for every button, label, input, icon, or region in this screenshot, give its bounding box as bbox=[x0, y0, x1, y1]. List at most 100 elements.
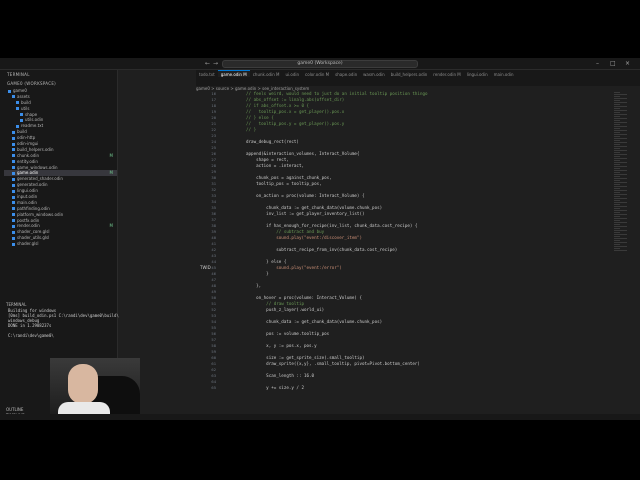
maximize-icon[interactable]: □ bbox=[610, 60, 616, 67]
outline-section[interactable]: OUTLINE bbox=[6, 407, 23, 412]
minimap-line bbox=[614, 106, 627, 107]
file-icon bbox=[20, 118, 23, 122]
minimap-line bbox=[614, 148, 620, 149]
command-center-search[interactable]: game0 (Workspace) bbox=[222, 60, 418, 68]
minimap-line bbox=[614, 194, 627, 195]
minimap[interactable] bbox=[612, 91, 638, 420]
minimap-line bbox=[614, 146, 627, 147]
forward-arrow-icon[interactable]: → bbox=[213, 60, 218, 67]
twid-marker: TWID bbox=[200, 265, 211, 270]
file-icon bbox=[16, 101, 19, 105]
file-icon bbox=[12, 154, 15, 158]
editor-tab[interactable]: color.odin M bbox=[302, 71, 332, 78]
minimap-line bbox=[614, 166, 627, 167]
editor-tab[interactable]: render.odin M bbox=[430, 71, 463, 78]
minimap-line bbox=[614, 136, 620, 137]
minimap-line bbox=[614, 218, 627, 219]
code-line[interactable]: y += size.y / 2 bbox=[246, 385, 304, 391]
minimap-line bbox=[614, 224, 620, 225]
minimap-line bbox=[614, 206, 627, 207]
code-line[interactable]: sound.play("event:/discover_item") bbox=[246, 235, 362, 241]
file-icon bbox=[12, 201, 15, 205]
file-icon bbox=[16, 107, 19, 111]
code-line[interactable]: pos := volume.tooltip_pos bbox=[246, 331, 329, 337]
minimap-line bbox=[614, 212, 620, 213]
editor-tab[interactable]: wasm.odin bbox=[360, 71, 388, 78]
minimap-line bbox=[614, 126, 627, 127]
tree-item-label: odin-imgui bbox=[17, 141, 39, 147]
minimize-icon[interactable]: – bbox=[596, 60, 599, 67]
minimap-line bbox=[614, 96, 620, 97]
line-number: 65 bbox=[211, 385, 216, 390]
minimap-line bbox=[614, 226, 627, 227]
editor-tab[interactable]: chunk.odin M bbox=[250, 71, 283, 78]
code-line[interactable]: chunk_data := get_chunk_data(volume.chun… bbox=[246, 319, 382, 325]
tree-item-label: build_helpers.odin bbox=[17, 146, 54, 152]
editor-tab[interactable]: todo.txt bbox=[196, 71, 218, 78]
terminal-output[interactable]: Building for windows [0ms] build_odin.ps1… bbox=[8, 308, 120, 338]
code-editor[interactable]: 16// feels weird, would need to just do … bbox=[196, 91, 640, 420]
minimap-line bbox=[614, 150, 627, 151]
code-line[interactable]: subtract_recipe_from_inv(chunk_data.cost… bbox=[246, 247, 397, 253]
minimap-line bbox=[614, 190, 627, 191]
person-head bbox=[68, 364, 98, 404]
minimap-line bbox=[614, 184, 620, 185]
back-arrow-icon[interactable]: ← bbox=[205, 60, 210, 67]
code-line[interactable]: inv_list := get_player_inventory_list() bbox=[246, 211, 364, 217]
minimap-line bbox=[614, 188, 620, 189]
tree-item-label: generated.odin bbox=[17, 182, 48, 188]
editor-tab[interactable]: shape.odin bbox=[332, 71, 360, 78]
minimap-line bbox=[614, 100, 620, 101]
minimap-line bbox=[614, 118, 627, 119]
code-line[interactable]: action = .interact, bbox=[246, 163, 304, 169]
minimap-line bbox=[614, 124, 620, 125]
code-line[interactable]: draw_sprite({x,y}, .small_tooltip, pivot… bbox=[246, 361, 420, 367]
code-line[interactable]: }, bbox=[246, 283, 261, 289]
minimap-line bbox=[614, 186, 627, 187]
code-line[interactable]: on_action = proc(volume: Interact_Volume… bbox=[246, 193, 364, 199]
terminal-header[interactable]: TERMINAL bbox=[6, 302, 26, 307]
sidebar-header: TERMINAL bbox=[7, 72, 30, 77]
close-icon[interactable]: × bbox=[625, 60, 630, 67]
code-line[interactable]: // } bbox=[246, 127, 256, 133]
code-line[interactable]: draw_debug_rect(rect) bbox=[246, 139, 299, 145]
minimap-line bbox=[614, 180, 620, 181]
minimap-line bbox=[614, 108, 620, 109]
minimap-line bbox=[614, 236, 620, 237]
code-line[interactable]: tooltip_pos = tooltip_pos, bbox=[246, 181, 322, 187]
file-icon bbox=[12, 95, 15, 99]
tree-item-label: shader.glsl bbox=[17, 241, 39, 247]
minimap-line bbox=[614, 102, 627, 103]
minimap-line bbox=[614, 114, 627, 115]
file-icon bbox=[16, 124, 19, 128]
minimap-line bbox=[614, 178, 627, 179]
minimap-line bbox=[614, 110, 627, 111]
code-line[interactable]: push_z_layer(.world_ui) bbox=[246, 307, 324, 313]
tree-item[interactable]: shader.glsl bbox=[4, 241, 117, 247]
tree-item-label: lingui.odin bbox=[17, 188, 38, 194]
code-line[interactable]: // tooltip_pos.y = get_player().pos.y bbox=[246, 121, 344, 127]
minimap-line bbox=[614, 164, 620, 165]
tree-item-label: readme.txt bbox=[21, 123, 44, 129]
editor-tab[interactable]: ui.odin bbox=[282, 71, 302, 78]
file-icon bbox=[12, 207, 15, 211]
file-icon bbox=[12, 171, 15, 175]
file-icon bbox=[12, 213, 15, 217]
code-line[interactable]: Scan_length :: 16.0 bbox=[246, 373, 314, 379]
workspace-header[interactable]: GAME0 (WORKSPACE) bbox=[4, 79, 117, 88]
code-line[interactable]: } bbox=[246, 271, 269, 277]
tree-item-label: build bbox=[21, 99, 31, 105]
minimap-line bbox=[614, 246, 627, 247]
minimap-line bbox=[614, 142, 627, 143]
minimap-line bbox=[614, 228, 620, 229]
minimap-line bbox=[614, 250, 627, 251]
tree-item-label: entity.odin bbox=[17, 158, 38, 164]
webcam-overlay bbox=[50, 358, 140, 420]
editor-tab[interactable]: lingui.odin bbox=[464, 71, 491, 78]
editor-tab[interactable]: main.odin bbox=[491, 71, 517, 78]
editor-tab[interactable]: build_helpers.odin bbox=[388, 71, 431, 78]
title-bar: ← → game0 (Workspace) – □ × bbox=[0, 58, 640, 70]
minimap-line bbox=[614, 98, 627, 99]
editor-tab[interactable]: game.odin M bbox=[217, 70, 250, 77]
code-line[interactable]: x, y := pos.x, pos.y bbox=[246, 343, 316, 349]
